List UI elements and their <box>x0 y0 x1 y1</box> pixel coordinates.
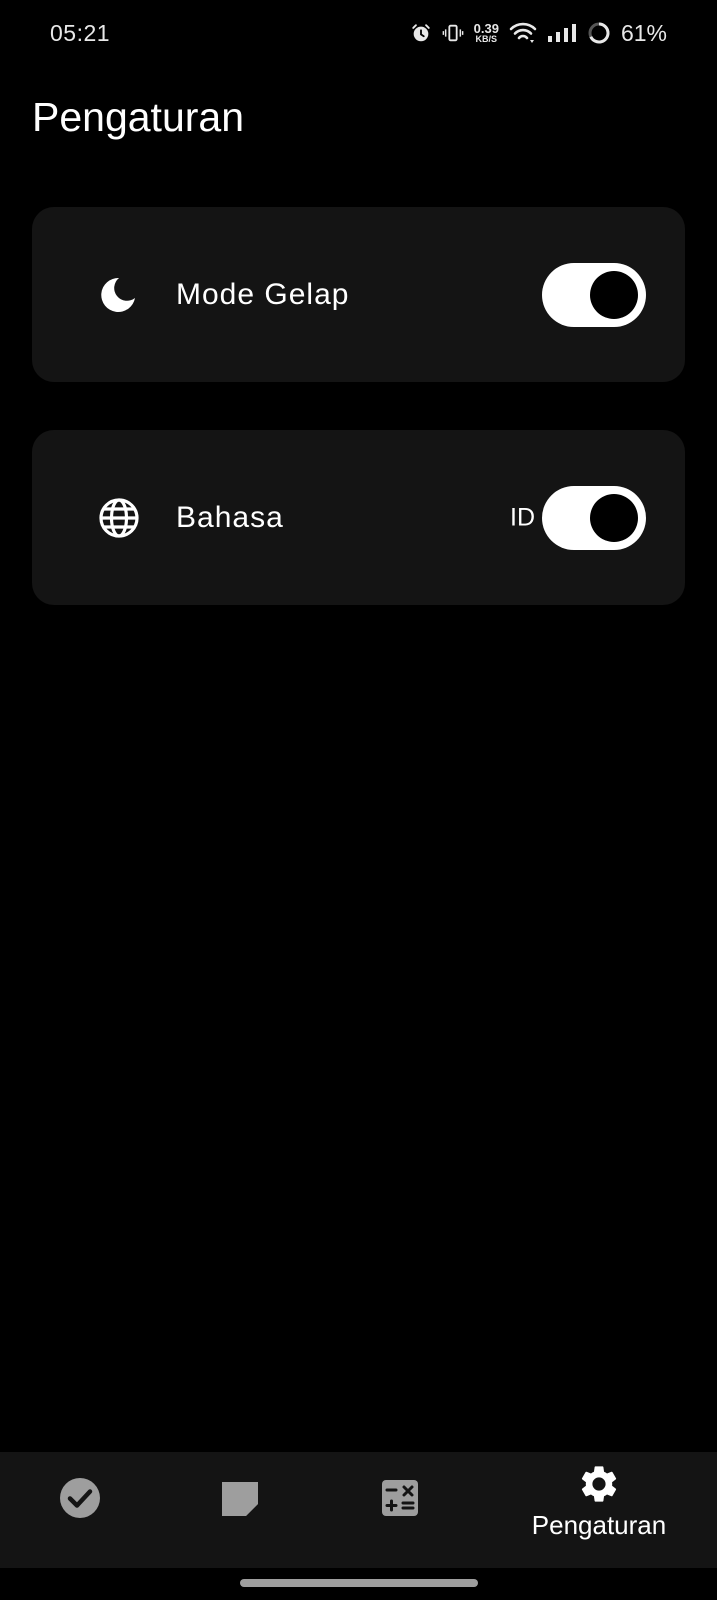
vibrate-icon <box>442 22 464 44</box>
nav-settings-label: Pengaturan <box>531 1510 667 1540</box>
moon-icon <box>98 275 138 315</box>
battery-ring-icon <box>587 21 611 45</box>
status-time: 05:21 <box>50 19 111 46</box>
page-title: Pengaturan <box>32 94 245 140</box>
globe-icon <box>98 497 140 539</box>
nav-calculator[interactable] <box>378 1476 422 1592</box>
status-icons: 0.39 KB/S 61% <box>410 20 667 47</box>
network-speed-unit: KB/S <box>475 34 498 44</box>
calculator-icon <box>378 1476 422 1520</box>
settings-screen: 05:21 0.39 KB/S 61% Pengaturan Mode Gela… <box>0 0 717 1600</box>
signal-icon <box>547 23 577 43</box>
nav-settings[interactable]: Pengaturan <box>522 1462 676 1578</box>
gear-icon <box>577 1462 621 1506</box>
dark-mode-toggle-knob <box>590 270 638 319</box>
language-code: ID <box>510 503 535 531</box>
dark-mode-label: Mode Gelap <box>176 277 350 311</box>
status-bar: 05:21 0.39 KB/S 61% <box>0 0 717 66</box>
battery-percent: 61% <box>620 19 667 46</box>
language-setting[interactable]: Bahasa ID <box>32 430 685 605</box>
wifi-icon <box>509 22 537 44</box>
dark-mode-toggle[interactable] <box>542 262 646 327</box>
language-toggle[interactable] <box>542 485 646 550</box>
alarm-icon <box>410 22 432 44</box>
nav-tasks[interactable] <box>58 1476 102 1592</box>
nav-notes[interactable] <box>218 1476 262 1592</box>
language-label: Bahasa <box>176 500 284 534</box>
language-toggle-knob <box>590 493 638 542</box>
dark-mode-setting[interactable]: Mode Gelap <box>32 207 685 382</box>
home-indicator[interactable] <box>240 1579 478 1587</box>
bottom-navigation: Pengaturan <box>0 1452 717 1568</box>
network-speed: 0.39 KB/S <box>474 22 499 44</box>
note-icon <box>218 1476 262 1520</box>
check-circle-icon <box>58 1476 102 1520</box>
